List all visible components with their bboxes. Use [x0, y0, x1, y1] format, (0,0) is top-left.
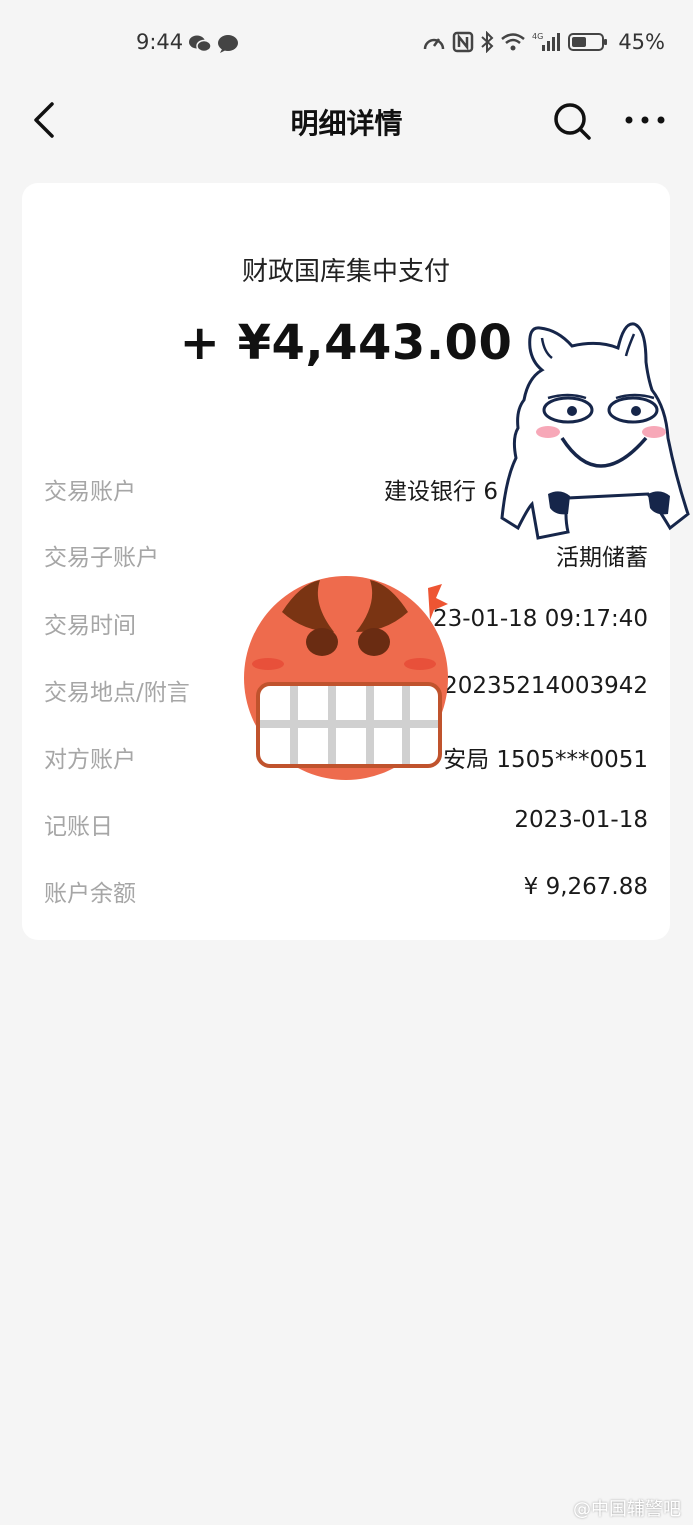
cartoon-creature-icon: [500, 322, 690, 540]
angry-emoji-sticker: [242, 574, 454, 790]
status-time: 9:44: [136, 30, 184, 54]
cartoon-creature-sticker: [498, 318, 693, 552]
more-button[interactable]: [624, 110, 666, 130]
battery-percent: 45%: [618, 30, 665, 54]
detail-value: ¥ 9,267.88: [523, 874, 648, 900]
detail-label: 对方账户: [44, 747, 136, 773]
speed-icon: [422, 31, 446, 53]
detail-label: 账户余额: [44, 881, 136, 907]
wifi-icon: [500, 31, 526, 53]
signal-icon: 4G: [532, 31, 562, 53]
status-right-group: 4G 45%: [422, 30, 665, 54]
detail-value: 安局 1505***0051: [443, 747, 648, 773]
detail-value: 20235214003942: [443, 673, 648, 699]
more-icon: [625, 116, 665, 124]
watermark: @中国辅警吧: [573, 1499, 681, 1520]
transaction-type: 财政国库集中支付: [241, 257, 450, 287]
detail-value: 2023-01-18: [514, 807, 648, 833]
detail-label: 交易地点/附言: [44, 680, 190, 706]
nfc-icon: [452, 31, 474, 53]
search-button[interactable]: [551, 100, 593, 142]
detail-label: 记账日: [44, 814, 113, 840]
message-icon: [217, 34, 239, 58]
detail-row-posting-date: 记账日 2023-01-18: [44, 801, 648, 841]
detail-row-balance: 账户余额 ¥ 9,267.88: [44, 868, 648, 908]
detail-value: 23-01-18 09:17:40: [432, 606, 648, 632]
nav-bar: 明细详情: [0, 88, 693, 154]
bluetooth-icon: [480, 31, 494, 53]
search-icon: [554, 103, 591, 140]
detail-label: 交易时间: [44, 613, 136, 639]
detail-label: 交易子账户: [44, 545, 159, 571]
status-bar: 9:44 4G 45%: [0, 0, 693, 88]
angry-face-icon: [244, 576, 448, 780]
detail-value: 建设银行 6: [384, 479, 498, 505]
wechat-icon: [188, 34, 212, 58]
detail-label: 交易账户: [44, 479, 136, 505]
network-type-label: 4G: [532, 32, 543, 41]
battery-icon: [568, 31, 608, 53]
transaction-detail-card: 财政国库集中支付 + ¥4,443.00 交易账户 建设银行 6 交易子账户 活…: [22, 183, 670, 940]
